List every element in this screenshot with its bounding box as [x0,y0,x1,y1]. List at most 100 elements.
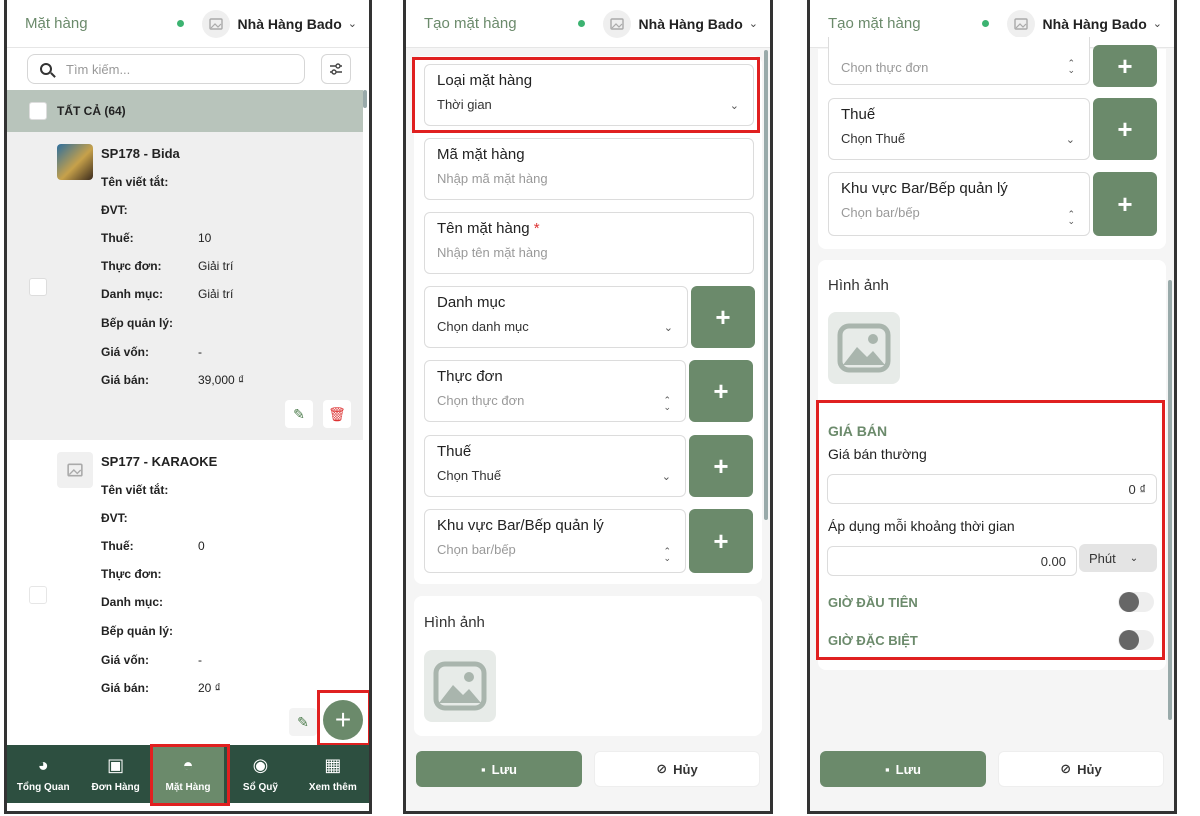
store-logo-icon[interactable] [1006,9,1035,38]
category-select[interactable]: Danh mục Chọn danh mục ⌄ [424,286,688,348]
field-label: Thuế: [101,539,134,553]
updown-icon: ⌃ ⌄ [1067,58,1075,75]
field-label: Giá bán: [101,681,150,695]
special-hour-label: GIỜ ĐẶC BIỆT [828,633,918,648]
required-marker: * [533,220,540,237]
add-tax-button[interactable]: + [689,435,753,497]
save-button[interactable]: ▪ Lưu [820,751,986,787]
search-input[interactable]: Tìm kiếm... [27,54,305,84]
image-placeholder-icon [57,452,93,488]
add-category-button[interactable]: + [691,286,755,348]
add-tax-button[interactable]: + [1093,98,1157,160]
list-item[interactable]: SP177 - KARAOKE Tên viết tắt: ĐVT: Thuế:… [7,440,363,740]
menu-select[interactable]: Thực đơn Chọn thực đơn ⌃ ⌄ [424,360,686,422]
field-label: Thuế [841,106,876,123]
field-label: Tên viết tắt: [101,175,169,189]
chevron-down-icon[interactable]: ⌄ [1153,17,1162,30]
cancel-button[interactable]: ⊘ Hủy [594,751,760,787]
field-label: Khu vực Bar/Bếp quản lý [841,180,1008,197]
save-label: Lưu [895,761,921,777]
floppy-icon: ▪ [481,761,486,777]
image-upload[interactable] [424,650,496,722]
tax-value: 10 [198,231,212,245]
field-label: Bếp quản lý: [101,624,174,638]
chevron-down-icon[interactable]: ⌄ [348,17,357,30]
save-button[interactable]: ▪ Lưu [416,751,582,787]
menu-select[interactable]: Chọn thực đơn ⌃ ⌄ [828,37,1090,85]
cost-value: - [198,345,202,359]
edit-button[interactable]: ✎ [285,400,313,428]
scrollbar[interactable] [1168,280,1172,720]
tax-select[interactable]: Thuế Chọn Thuế ⌄ [828,98,1090,160]
category-value: Giải trí [198,287,234,301]
action-bar: ▪ Lưu ⊘ Hủy [406,741,770,803]
field-label: Thực đơn: [101,567,162,581]
nav-label: Đơn Hàng [91,782,140,793]
select-all-row[interactable]: TẤT CẢ (64) [7,90,363,132]
special-hour-toggle[interactable] [1118,630,1154,650]
field-placeholder: Chọn Thuế [841,131,906,146]
field-label: Thực đơn: [101,259,162,273]
field-label: ĐVT: [101,511,128,525]
nav-label: Mặt Hàng [165,782,211,793]
field-label: Giá vốn: [101,345,150,359]
item-name-field[interactable]: Tên mặt hàng * Nhập tên mặt hàng [424,212,754,274]
nav-item-more[interactable]: ▦ Xem thêm [297,745,369,803]
add-menu-button[interactable]: + [1093,45,1157,87]
item-type-select[interactable]: Loại mặt hàng Thời gian ⌄ [424,64,754,126]
chevron-down-icon[interactable]: ⌄ [749,17,758,30]
add-kitchen-button[interactable]: + [689,509,753,573]
cancel-label: Hủy [673,761,698,777]
image-upload[interactable] [828,312,900,384]
list-item[interactable]: SP178 - Bida Tên viết tắt: ĐVT: Thuế: 10 … [7,132,363,440]
store-selector[interactable]: Nhà Hàng Bado [639,16,743,32]
field-placeholder: Chọn Thuế [437,468,502,483]
coin-icon: ◉ [252,755,269,775]
cloche-icon: ◓ [182,755,194,775]
field-label: Loại mặt hàng [437,72,533,89]
interval-input[interactable]: 0.00 [827,546,1077,576]
store-logo-icon[interactable] [602,9,631,38]
store-selector[interactable]: Nhà Hàng Bado [1043,16,1147,32]
interval-unit-select[interactable]: Phút ⌄ [1079,544,1157,572]
item-code: SP177 - KARAOKE [101,454,218,469]
tax-value: 0 [198,539,205,553]
pencil-icon: ✎ [297,713,309,730]
item-checkbox[interactable] [29,278,47,296]
item-code-field[interactable]: Mã mặt hàng Nhập mã mặt hàng [424,138,754,200]
first-hour-toggle[interactable] [1118,592,1154,612]
scrollbar[interactable] [363,90,367,108]
scrollbar[interactable] [764,50,768,520]
store-selector[interactable]: Nhà Hàng Bado [238,16,342,32]
add-item-button[interactable]: + [323,700,363,740]
add-menu-button[interactable]: + [689,360,753,422]
field-label: Giá vốn: [101,653,150,667]
add-kitchen-button[interactable]: + [1093,172,1157,236]
cancel-button[interactable]: ⊘ Hủy [998,751,1164,787]
nav-item-cashbook[interactable]: ◉ Sổ Quỹ [224,745,296,803]
item-checkbox[interactable] [29,586,47,604]
item-thumbnail [57,144,93,180]
updown-icon: ⌃ ⌄ [663,546,671,563]
edit-button[interactable]: ✎ [289,708,317,736]
field-label: Khu vực Bar/Bếp quản lý [437,517,604,534]
money-icon: ▣ [107,755,125,775]
store-logo-icon[interactable] [201,9,230,38]
field-placeholder: Nhập tên mặt hàng [437,245,548,260]
trash-icon: 🗑 [328,405,346,422]
filter-button[interactable] [321,54,351,84]
image-pricing-card: Hình ảnh GIÁ BÁN Giá bán thường 0 ₫ Áp d… [818,260,1166,670]
regular-price-input[interactable]: 0 ₫ [827,474,1157,504]
nav-item-products[interactable]: ◓ Mặt Hàng [151,745,225,803]
delete-button[interactable]: 🗑 [323,400,351,428]
field-label: Thực đơn [437,368,503,385]
nav-item-overview[interactable]: ◕ Tổng Quan [7,745,79,803]
select-all-checkbox[interactable] [29,102,47,120]
plus-icon: + [334,704,352,735]
kitchen-select[interactable]: Khu vực Bar/Bếp quản lý Chọn bar/bếp ⌃ ⌄ [828,172,1090,236]
nav-item-orders[interactable]: ▣ Đơn Hàng [79,745,151,803]
kitchen-select[interactable]: Khu vực Bar/Bếp quản lý Chọn bar/bếp ⌃ ⌄ [424,509,686,573]
tax-select[interactable]: Thuế Chọn Thuế ⌄ [424,435,686,497]
updown-icon: ⌃ ⌄ [663,395,671,412]
field-label: Bếp quản lý: [101,316,174,330]
